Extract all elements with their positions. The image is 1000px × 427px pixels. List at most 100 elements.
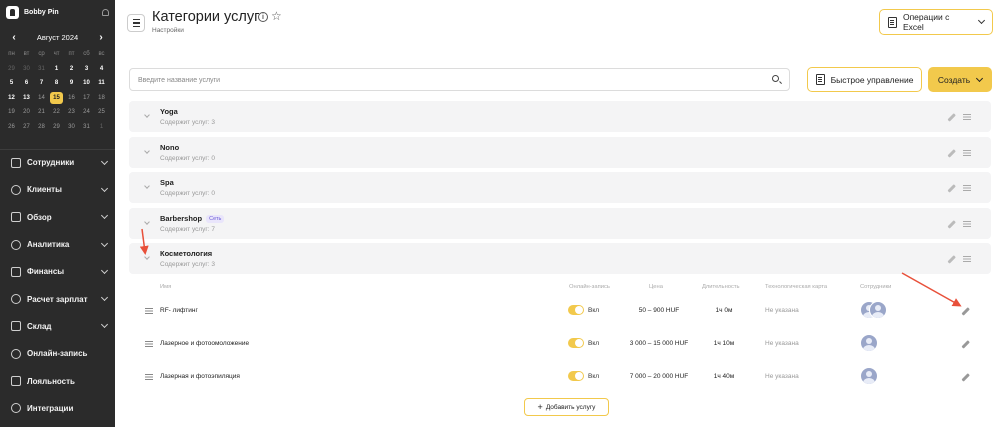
brand[interactable]: Bobby Pin [0,1,115,23]
edit-icon[interactable] [947,149,956,158]
breadcrumb[interactable]: Настройки [152,27,184,34]
category-row[interactable]: Косметология Содержит услуг: 3 [129,243,991,274]
calendar-day[interactable]: 2 [64,62,79,77]
category-row[interactable]: Yoga Содержит услуг: 3 [129,101,991,132]
chevron-down-icon[interactable] [144,148,150,154]
calendar-prev-icon[interactable]: ‹ [9,32,19,43]
calendar-day[interactable]: 8 [49,76,64,91]
calendar-day[interactable]: 3 [79,62,94,77]
edit-icon[interactable] [947,184,956,193]
sidebar-item-overview[interactable]: Обзор [0,204,115,231]
drag-handle-icon[interactable] [145,374,153,376]
sidebar-item-payroll[interactable]: Расчет зарплат [0,285,115,312]
sidebar-item-online-booking[interactable]: Онлайн-запись [0,340,115,367]
edit-icon[interactable] [961,307,970,316]
drag-handle-icon[interactable] [963,114,971,116]
drag-handle-icon[interactable] [963,150,971,152]
chevron-down-icon[interactable] [144,254,150,260]
edit-icon[interactable] [961,340,970,349]
calendar-day[interactable]: 30 [64,120,79,135]
category-row[interactable]: Barbershop Сеть Содержит услуг: 7 [129,208,991,239]
calendar-day[interactable]: 26 [4,120,19,135]
add-service-button[interactable]: + Добавить услугу [524,398,609,416]
calendar-day[interactable]: 13 [19,91,34,106]
notification-bell-icon[interactable] [102,8,109,16]
calendar-day[interactable]: 30 [19,62,34,77]
calendar-day[interactable]: 28 [34,120,49,135]
service-row[interactable]: RF- лифтинг Вкл 50 – 900 HUF 1ч 0м Не указан… [129,295,991,328]
drag-handle-icon[interactable] [145,308,153,310]
calendar-weekday: пн [8,51,15,58]
sidebar-item-integrations[interactable]: Интеграции [0,395,115,422]
calendar-day[interactable]: 22 [49,105,64,120]
staff-avatar[interactable] [860,334,878,352]
calendar-day[interactable]: 29 [4,62,19,77]
category-row[interactable]: Spa Содержит услуг: 0 [129,172,991,203]
calendar-day[interactable]: 14 [34,91,49,106]
calendar-day[interactable]: 27 [19,120,34,135]
sidebar-item-warehouse[interactable]: Склад [0,313,115,340]
calendar-day[interactable]: 12 [4,91,19,106]
edit-icon[interactable] [961,373,970,382]
edit-icon[interactable] [947,255,956,264]
favorite-star-icon[interactable]: ☆ [271,9,282,23]
chevron-down-icon[interactable] [144,183,150,189]
chevron-down-icon[interactable] [144,219,150,225]
drag-handle-icon[interactable] [145,341,153,343]
search-icon[interactable] [772,75,779,82]
service-row[interactable]: Лазерное и фотоомоложение Вкл 3 000 – 15 0… [129,328,991,361]
calendar-day[interactable]: 31 [34,62,49,77]
sidebar-nav: Сотрудники Клиенты Обзор Аналитика Финансы Ра… [0,149,115,422]
calendar-day[interactable]: 11 [94,76,109,91]
excel-operations-button[interactable]: Операции с Excel [879,9,993,35]
calendar-day[interactable]: 29 [49,120,64,135]
calendar-day[interactable]: 4 [94,62,109,77]
sidebar-item-loyalty[interactable]: Лояльность [0,367,115,394]
calendar-day[interactable]: 1 [49,62,64,77]
online-booking-toggle[interactable] [568,305,584,315]
service-name[interactable]: RF- лифтинг [160,307,198,314]
calendar-day[interactable]: 10 [79,76,94,91]
calendar-day[interactable]: 23 [64,105,79,120]
calendar-day[interactable]: 1 [94,120,109,135]
calendar-day[interactable]: 25 [94,105,109,120]
sidebar-item-analytics[interactable]: Аналитика [0,231,115,258]
search-input[interactable] [130,70,750,91]
calendar-day[interactable]: 20 [19,105,34,120]
staff-avatar[interactable] [869,301,887,319]
category-row[interactable]: Nono Содержит услуг: 0 [129,137,991,168]
calendar-day[interactable]: 21 [34,105,49,120]
drag-handle-icon[interactable] [963,221,971,223]
service-row[interactable]: Лазерная и фотоэпиляция Вкл 7 000 – 20 000… [129,361,991,394]
service-duration: 1ч 40м [713,373,735,380]
staff-avatar[interactable] [860,367,878,385]
service-name[interactable]: Лазерная и фотоэпиляция [160,373,240,380]
edit-icon[interactable] [947,220,956,229]
drag-handle-icon[interactable] [963,256,971,258]
sidebar-item-users[interactable]: Сотрудники [0,149,115,176]
calendar-day[interactable]: 24 [79,105,94,120]
calendar-next-icon[interactable]: › [96,32,106,43]
calendar-day[interactable]: 31 [79,120,94,135]
calendar-day-today[interactable]: 15 [50,91,63,104]
calendar-day[interactable]: 17 [79,91,94,106]
drag-handle-icon[interactable] [963,185,971,187]
calendar-day[interactable]: 18 [94,91,109,106]
sidebar-item-finance[interactable]: Финансы [0,258,115,285]
quick-manage-button[interactable]: Быстрое управление [807,67,922,92]
menu-toggle-button[interactable] [127,14,145,32]
calendar-day[interactable]: 9 [64,76,79,91]
calendar-day[interactable]: 19 [4,105,19,120]
service-name[interactable]: Лазерное и фотоомоложение [160,340,249,347]
online-booking-toggle[interactable] [568,371,584,381]
online-booking-toggle[interactable] [568,338,584,348]
calendar-day[interactable]: 6 [19,76,34,91]
calendar-day[interactable]: 7 [34,76,49,91]
create-button[interactable]: Создать [928,67,992,92]
calendar-day[interactable]: 16 [64,91,79,106]
edit-icon[interactable] [947,113,956,122]
chevron-down-icon[interactable] [144,112,150,118]
calendar-day[interactable]: 5 [4,76,19,91]
info-icon[interactable]: i [258,12,268,22]
sidebar-item-clients[interactable]: Клиенты [0,176,115,203]
